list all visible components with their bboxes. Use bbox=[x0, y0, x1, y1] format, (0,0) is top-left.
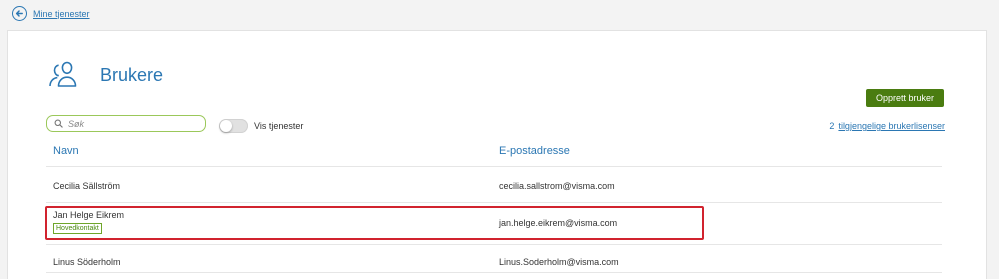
license-count: 2 bbox=[829, 121, 835, 131]
user-email: Linus.Soderholm@visma.com bbox=[499, 257, 619, 267]
user-name: Linus Söderholm bbox=[53, 257, 121, 267]
table-row[interactable]: Linus Söderholm Linus.Soderholm@visma.co… bbox=[46, 245, 942, 279]
page-header: Brukere bbox=[46, 57, 163, 94]
user-email: cecilia.sallstrom@visma.com bbox=[499, 181, 615, 191]
search-icon bbox=[54, 115, 63, 133]
arrow-left-icon bbox=[12, 6, 27, 21]
users-panel: Brukere Opprett bruker Vis tjenester 2 t… bbox=[7, 30, 987, 279]
table-row[interactable]: Cecilia Sällström cecilia.sallstrom@vism… bbox=[46, 167, 942, 201]
row-divider bbox=[46, 272, 942, 273]
user-name: Cecilia Sällström bbox=[53, 181, 121, 191]
show-services-label: Vis tjenester bbox=[254, 121, 304, 131]
back-link-label: Mine tjenester bbox=[33, 8, 90, 19]
toggle-knob bbox=[220, 120, 232, 132]
search-box[interactable] bbox=[46, 115, 206, 132]
show-services-toggle[interactable] bbox=[219, 119, 248, 133]
column-header-email[interactable]: E-postadresse bbox=[499, 145, 570, 157]
page-title: Brukere bbox=[100, 65, 164, 85]
search-input[interactable] bbox=[68, 118, 198, 129]
create-user-button[interactable]: Opprett bruker bbox=[866, 89, 944, 107]
available-licenses-link[interactable]: tilgjengelige brukerlisenser bbox=[838, 121, 945, 131]
back-link[interactable]: Mine tjenester bbox=[12, 6, 90, 21]
column-header-name[interactable]: Navn bbox=[53, 145, 79, 157]
available-licenses: 2 tilgjengelige brukerlisenser bbox=[829, 121, 945, 131]
users-icon bbox=[46, 57, 84, 94]
show-services-toggle-group: Vis tjenester bbox=[219, 119, 303, 133]
highlight-box bbox=[45, 206, 704, 240]
